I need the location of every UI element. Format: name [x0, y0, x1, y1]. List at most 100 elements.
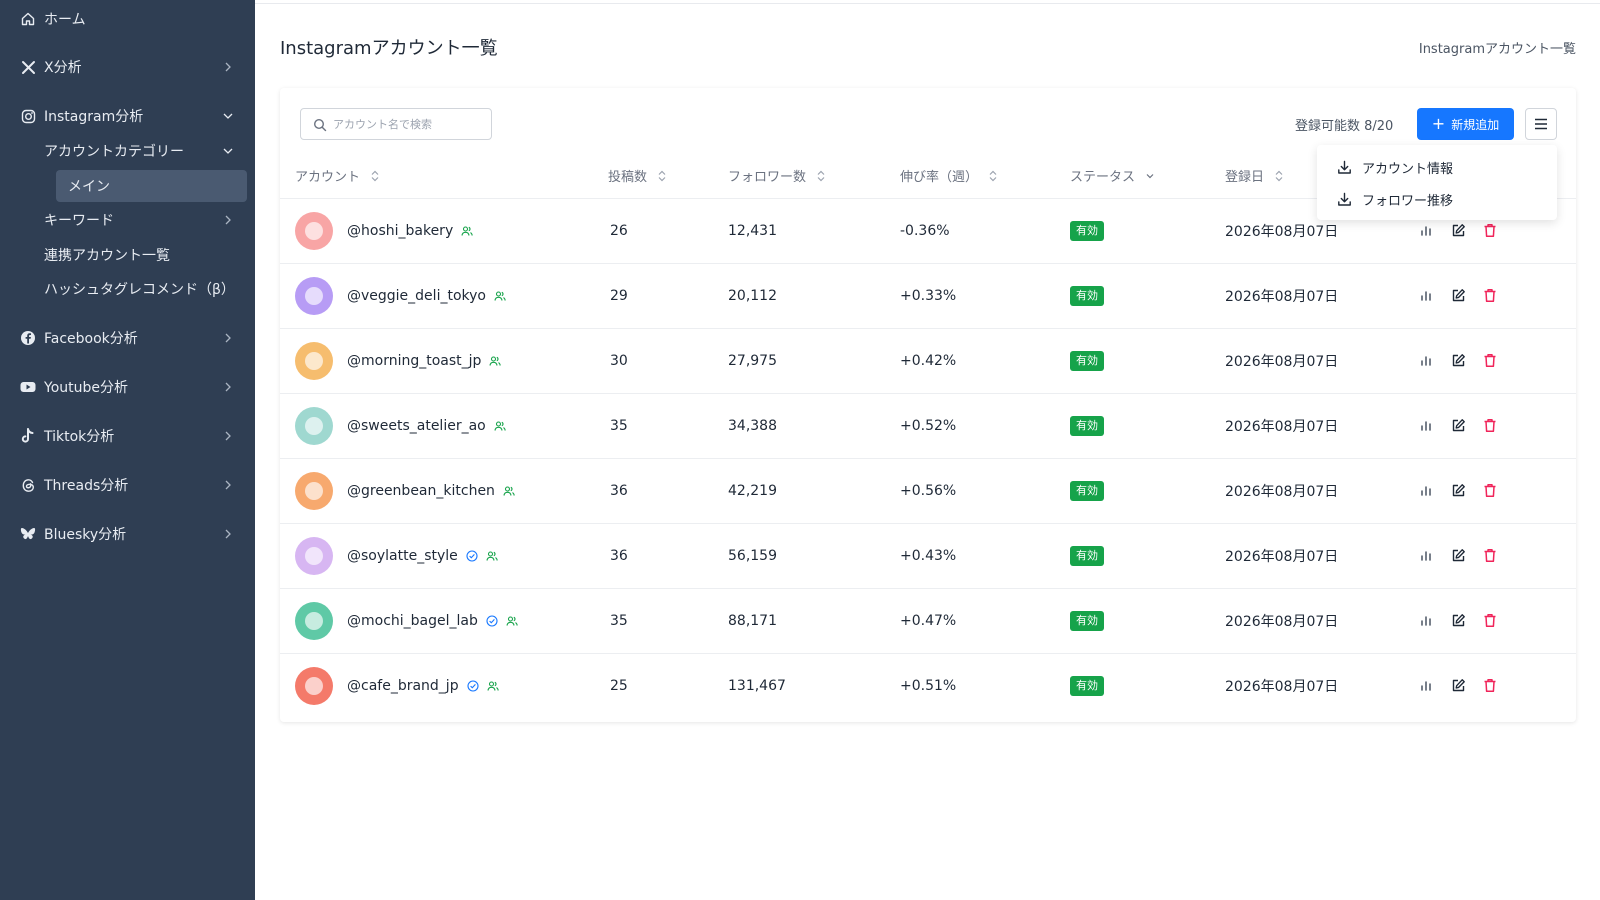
- sidebar-item-bluesky[interactable]: Bluesky分析: [0, 516, 255, 552]
- export-dropdown: アカウント情報 フォロワー推移: [1317, 145, 1557, 220]
- account-name[interactable]: @soylatte_style: [347, 548, 458, 564]
- avatar[interactable]: [295, 277, 333, 315]
- sidebar-item-x[interactable]: X分析: [0, 49, 255, 85]
- hamburger-menu-icon: [1534, 115, 1548, 134]
- account-name[interactable]: @veggie_deli_tokyo: [347, 288, 486, 304]
- edit-icon[interactable]: [1450, 222, 1466, 238]
- breadcrumb[interactable]: Instagramアカウント一覧: [1419, 38, 1576, 57]
- sidebar-item-facebook[interactable]: Facebook分析: [0, 320, 255, 356]
- menu-button[interactable]: [1525, 108, 1557, 140]
- account-name[interactable]: @greenbean_kitchen: [347, 483, 495, 499]
- sidebar-item-keyword[interactable]: キーワード: [0, 202, 255, 238]
- status-badge: 有効: [1070, 546, 1104, 566]
- account-name[interactable]: @morning_toast_jp: [347, 353, 481, 369]
- analytics-chart-icon[interactable]: [1418, 547, 1434, 563]
- sidebar-item-youtube[interactable]: Youtube分析: [0, 369, 255, 405]
- sidebar-item-label: キーワード: [44, 213, 114, 229]
- edit-icon[interactable]: [1450, 482, 1466, 498]
- edit-icon[interactable]: [1450, 287, 1466, 303]
- delete-trash-icon[interactable]: [1482, 287, 1498, 303]
- delete-trash-icon[interactable]: [1482, 482, 1498, 498]
- column-header-posts[interactable]: 投稿数: [608, 166, 667, 185]
- sidebar-item-linked-accounts[interactable]: 連携アカウント一覧: [0, 237, 255, 273]
- delete-trash-icon[interactable]: [1482, 677, 1498, 693]
- account-name[interactable]: @sweets_atelier_ao: [347, 418, 486, 434]
- followers-count: 56,159: [728, 548, 777, 564]
- column-header-date[interactable]: 登録日: [1225, 166, 1284, 185]
- account-name[interactable]: @mochi_bagel_lab: [347, 613, 478, 629]
- sidebar-item-home[interactable]: ホーム: [0, 1, 255, 37]
- column-header-label: 登録日: [1225, 170, 1265, 185]
- edit-icon[interactable]: [1450, 352, 1466, 368]
- analytics-chart-icon[interactable]: [1418, 677, 1434, 693]
- posts-count: 36: [610, 483, 628, 499]
- registered-date: 2026年08月07日: [1225, 419, 1339, 435]
- account-cell: @cafe_brand_jp: [295, 654, 499, 718]
- dropdown-item-account-info[interactable]: アカウント情報: [1317, 151, 1557, 183]
- column-header-account[interactable]: アカウント: [295, 166, 380, 185]
- analytics-chart-icon[interactable]: [1418, 222, 1434, 238]
- delete-trash-icon[interactable]: [1482, 612, 1498, 628]
- avatar[interactable]: [295, 407, 333, 445]
- add-account-button[interactable]: + 新規追加: [1417, 108, 1514, 140]
- delete-trash-icon[interactable]: [1482, 352, 1498, 368]
- linked-users-icon: [487, 680, 499, 692]
- edit-icon[interactable]: [1450, 547, 1466, 563]
- avatar[interactable]: [295, 472, 333, 510]
- search-box[interactable]: [300, 108, 492, 140]
- avatar[interactable]: [295, 667, 333, 705]
- verified-icon: [467, 680, 479, 692]
- analytics-chart-icon[interactable]: [1418, 287, 1434, 303]
- analytics-chart-icon[interactable]: [1418, 417, 1434, 433]
- column-header-growth[interactable]: 伸び率（週）: [900, 166, 998, 185]
- table-row: @morning_toast_jp 30 27,975 +0.42% 有効 2026年08…: [280, 328, 1576, 392]
- registered-date: 2026年08月07日: [1225, 484, 1339, 500]
- sort-icon: [816, 170, 826, 182]
- threads-icon: [19, 476, 37, 494]
- edit-icon[interactable]: [1450, 677, 1466, 693]
- avatar[interactable]: [295, 602, 333, 640]
- status-cell: 有効: [1070, 654, 1104, 718]
- delete-trash-icon[interactable]: [1482, 222, 1498, 238]
- delete-trash-icon[interactable]: [1482, 417, 1498, 433]
- account-cell: @mochi_bagel_lab: [295, 589, 518, 653]
- analytics-chart-icon[interactable]: [1418, 482, 1434, 498]
- sidebar-item-hashtag-recommend[interactable]: ハッシュタグレコメンド（β）: [0, 271, 255, 307]
- avatar[interactable]: [295, 212, 333, 250]
- sidebar-item-tiktok[interactable]: Tiktok分析: [0, 418, 255, 454]
- account-cell: @morning_toast_jp: [295, 329, 502, 393]
- sidebar-item-account-category[interactable]: アカウントカテゴリー: [0, 133, 255, 169]
- account-name[interactable]: @hoshi_bakery: [347, 223, 453, 239]
- chevron-down-icon: [222, 145, 234, 157]
- column-header-status[interactable]: ステータス: [1070, 166, 1155, 185]
- search-input[interactable]: [333, 115, 485, 133]
- account-cell: @hoshi_bakery: [295, 199, 473, 263]
- account-name[interactable]: @cafe_brand_jp: [347, 678, 459, 694]
- x-logo-icon: [19, 58, 37, 76]
- tiktok-icon: [19, 427, 37, 445]
- sort-icon: [1274, 170, 1284, 182]
- followers-count: 27,975: [728, 353, 777, 369]
- sidebar-item-threads[interactable]: Threads分析: [0, 467, 255, 503]
- avatar-image: [305, 482, 323, 500]
- column-header-followers[interactable]: フォロワー数: [728, 166, 826, 185]
- bluesky-icon: [19, 525, 37, 543]
- posts-count: 25: [610, 678, 628, 694]
- avatar[interactable]: [295, 537, 333, 575]
- sidebar-item-instagram[interactable]: Instagram分析: [0, 98, 255, 134]
- account-cell: @greenbean_kitchen: [295, 459, 515, 523]
- edit-icon[interactable]: [1450, 417, 1466, 433]
- growth-rate: +0.43%: [900, 548, 957, 564]
- sidebar-item-main[interactable]: メイン: [56, 170, 247, 202]
- linked-users-icon: [486, 550, 498, 562]
- chevron-right-icon: [222, 214, 234, 226]
- avatar[interactable]: [295, 342, 333, 380]
- analytics-chart-icon[interactable]: [1418, 352, 1434, 368]
- dropdown-item-follower-trend[interactable]: フォロワー推移: [1317, 183, 1557, 215]
- sidebar-item-label: アカウントカテゴリー: [44, 144, 184, 160]
- delete-trash-icon[interactable]: [1482, 547, 1498, 563]
- dropdown-item-label: フォロワー推移: [1362, 193, 1454, 209]
- analytics-chart-icon[interactable]: [1418, 612, 1434, 628]
- edit-icon[interactable]: [1450, 612, 1466, 628]
- status-cell: 有効: [1070, 199, 1104, 263]
